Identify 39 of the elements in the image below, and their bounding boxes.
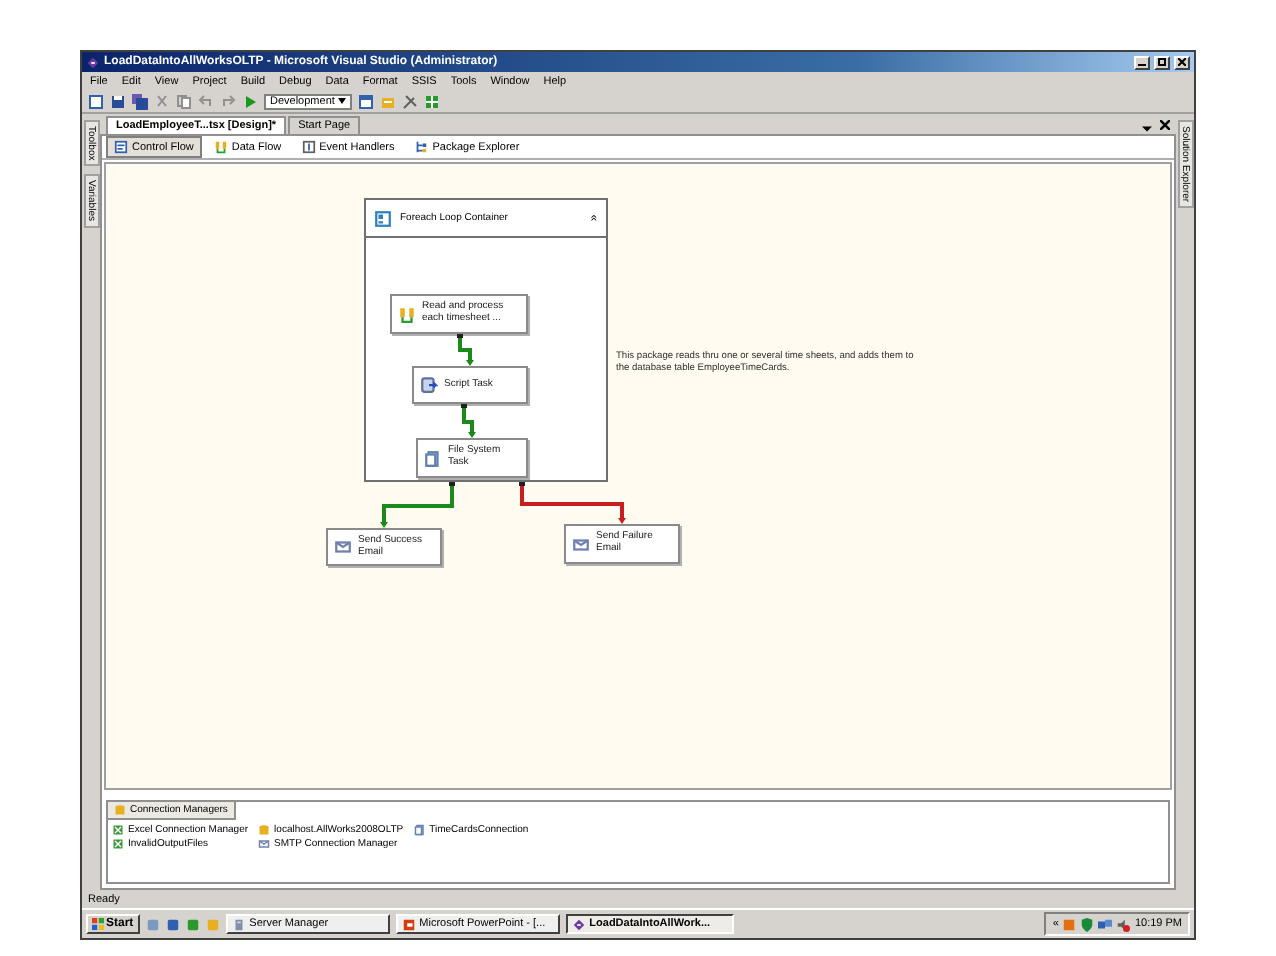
speaker-icon[interactable] <box>1116 917 1131 931</box>
connector-arrow[interactable] <box>457 334 474 366</box>
save-all-icon[interactable] <box>132 93 148 109</box>
caret-icon <box>338 98 346 104</box>
document-icon <box>301 140 316 154</box>
server-icon <box>231 917 246 931</box>
envelope-icon <box>334 538 352 556</box>
close-button[interactable] <box>1174 55 1190 69</box>
play-icon[interactable] <box>242 93 258 109</box>
documents-icon <box>424 449 442 467</box>
flowchart-icon <box>114 140 128 154</box>
close-icon[interactable] <box>1160 120 1170 130</box>
new-project-icon[interactable] <box>88 93 104 109</box>
maximize-button[interactable] <box>1154 55 1170 69</box>
windows-logo-icon <box>92 918 104 930</box>
loop-container-icon <box>374 209 392 227</box>
app-icon <box>86 55 100 69</box>
grid-icon[interactable] <box>424 93 440 109</box>
cylinders-icon <box>213 140 228 154</box>
documents-icon <box>413 824 426 836</box>
minimize-button[interactable] <box>1134 55 1150 69</box>
copy-icon[interactable] <box>176 93 192 109</box>
network-icon[interactable] <box>1098 917 1113 931</box>
save-icon[interactable] <box>110 93 126 109</box>
tree-icon <box>414 140 429 154</box>
shield-icon[interactable] <box>1080 917 1095 931</box>
database-icon <box>258 824 271 836</box>
window-icon[interactable] <box>358 93 374 109</box>
envelope-icon <box>258 838 271 850</box>
cylinders-icon <box>398 305 416 323</box>
minimize-icon <box>1138 58 1146 66</box>
close-icon <box>1178 58 1186 66</box>
database-icon <box>114 804 126 816</box>
slide-icon <box>401 917 416 931</box>
connector-arrow[interactable] <box>461 404 476 438</box>
tray-app-icon[interactable] <box>1062 917 1077 931</box>
maximize-icon <box>1158 58 1166 66</box>
envelope-icon <box>572 535 590 553</box>
tab-list-icon[interactable] <box>1142 124 1152 134</box>
